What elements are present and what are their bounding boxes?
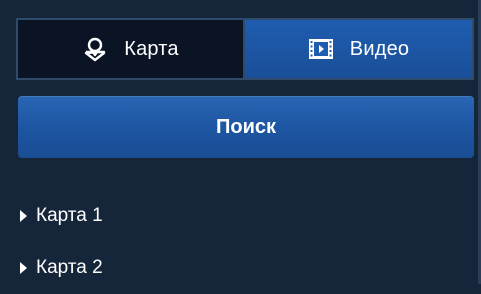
view-tabs: Карта Видео bbox=[16, 18, 474, 80]
map-tree: Карта 1 Карта 2 bbox=[0, 190, 481, 294]
map-pin-icon bbox=[82, 36, 108, 62]
tree-item-map-1[interactable]: Карта 1 bbox=[0, 190, 481, 242]
tree-item-map-2[interactable]: Карта 2 bbox=[0, 242, 481, 294]
video-film-icon bbox=[308, 38, 334, 60]
tree-item-label: Карта 1 bbox=[36, 205, 103, 226]
search-button[interactable]: Поиск bbox=[18, 96, 474, 158]
caret-right-icon[interactable] bbox=[20, 262, 27, 274]
tab-map[interactable]: Карта bbox=[18, 20, 245, 78]
tab-map-label: Карта bbox=[124, 37, 179, 60]
caret-right-icon[interactable] bbox=[20, 210, 27, 222]
tab-video[interactable]: Видео bbox=[245, 20, 472, 78]
search-button-label: Поиск bbox=[215, 115, 277, 138]
tab-video-label: Видео bbox=[349, 37, 410, 60]
side-panel: Карта Видео Поиск Карта 1 Карта 2 bbox=[0, 0, 481, 284]
tree-item-label: Карта 2 bbox=[36, 257, 103, 278]
